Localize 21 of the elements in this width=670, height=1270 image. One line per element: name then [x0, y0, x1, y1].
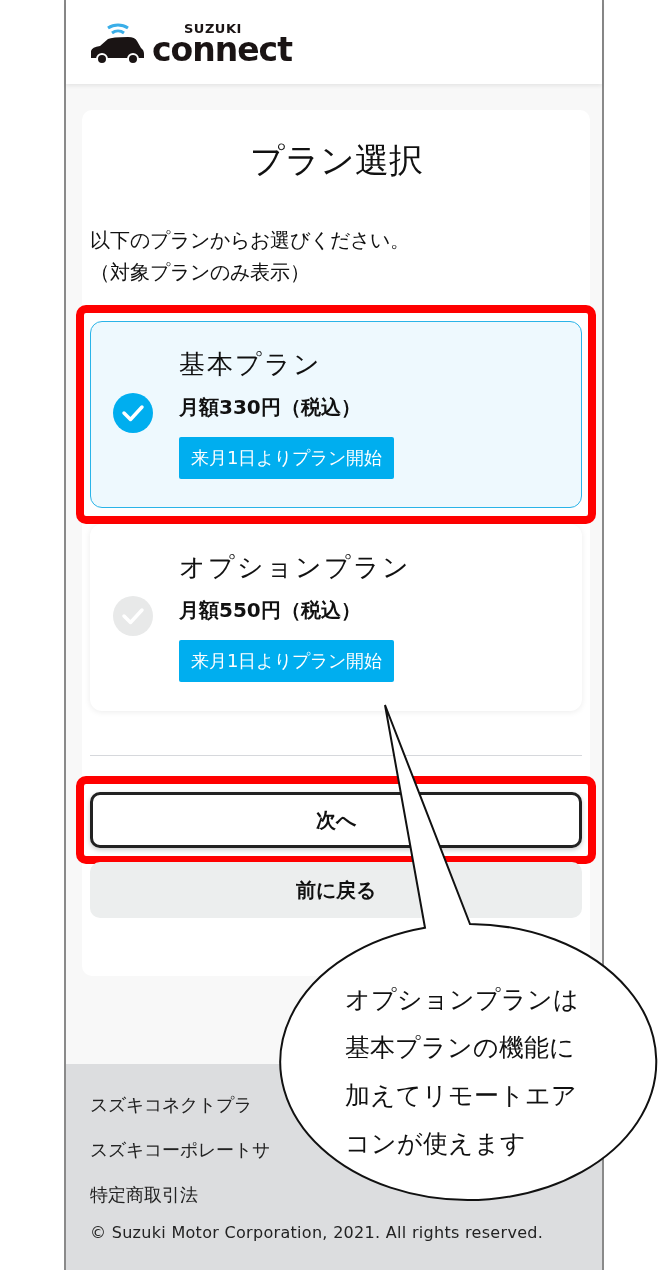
plan-name: 基本プラン	[179, 348, 322, 381]
callout-text: オプションプランは 基本プランの機能に 加えてリモートエア コンが使えます	[345, 984, 579, 1160]
footer-link[interactable]: 特定商取引法	[90, 1172, 198, 1217]
start-tag: 来月1日よりプラン開始	[179, 437, 395, 479]
footer-link[interactable]: スズキコネクトプラ	[90, 1082, 252, 1127]
copyright-text: © Suzuki Motor Corporation, 2021. All rights reserved.	[90, 1223, 544, 1242]
plan-name: オプションプラン	[179, 551, 411, 584]
back-button[interactable]: 前に戻る	[90, 862, 582, 918]
footer-link[interactable]: スズキコーポレートサ	[90, 1127, 270, 1172]
page-title: プラン選択	[248, 139, 424, 182]
plan-price: 月額330円（税込）	[179, 394, 361, 421]
brand-wordmark: connect	[152, 33, 292, 66]
plan-option[interactable]: オプションプラン 月額550円（税込） 来月1日よりプラン開始	[90, 524, 582, 711]
start-tag: 来月1日よりプラン開始	[179, 640, 395, 682]
next-button[interactable]: 次へ	[90, 792, 582, 848]
instruction-text: （対象プランのみ表示）	[90, 259, 311, 286]
plan-option[interactable]: 基本プラン 月額330円（税込） 来月1日よりプラン開始	[90, 321, 582, 508]
brand-name: SUZUKI	[184, 22, 242, 35]
check-icon	[113, 392, 153, 433]
plan-price: 月額550円（税込）	[179, 597, 361, 624]
instruction-text: 以下のプランからお選びください。	[90, 227, 411, 254]
